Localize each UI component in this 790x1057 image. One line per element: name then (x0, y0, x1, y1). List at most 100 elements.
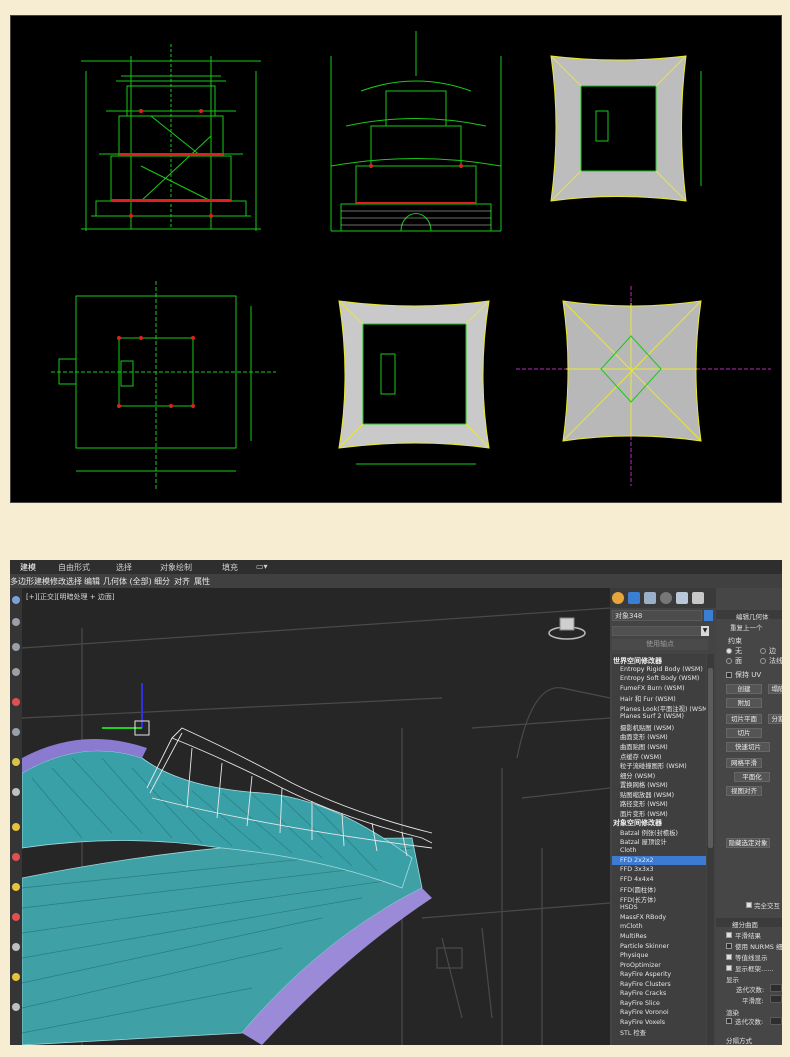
tool-render-icon[interactable] (12, 943, 20, 951)
modify-tab-icon[interactable] (628, 592, 640, 604)
full-interaction-checkbox[interactable] (746, 902, 752, 908)
create-button[interactable]: 创建 (726, 684, 762, 694)
preserve-uv-checkbox[interactable] (726, 672, 732, 678)
subtab-edit[interactable]: 编辑 (84, 576, 100, 587)
modifier-list-item[interactable]: FFD 4x4x4 (620, 876, 654, 883)
chevron-down-icon[interactable]: ▼ (701, 626, 709, 636)
tool-scale-icon[interactable] (12, 668, 20, 676)
tool-helper-icon[interactable] (12, 823, 20, 831)
ribbon-tab-freeform[interactable]: 自由形式 (58, 562, 90, 573)
view-align-button[interactable]: 视图对齐 (726, 786, 762, 796)
object-name-field[interactable]: 对象348 (612, 610, 702, 621)
tool-rotate-icon[interactable] (12, 643, 20, 651)
tool-move-icon[interactable] (12, 618, 20, 626)
isoline-display-checkbox[interactable] (726, 954, 732, 960)
create-tab-icon[interactable] (612, 592, 624, 604)
modifier-list-item[interactable]: FFD 3x3x3 (620, 866, 654, 873)
ribbon-tab-selection[interactable]: 选择 (116, 562, 132, 573)
modifier-list-item[interactable]: Entropy Rigid Body (WSM) (620, 666, 703, 673)
display-iterations-field[interactable] (770, 984, 782, 992)
mesh-smooth-button[interactable]: 网格平滑 (726, 758, 762, 768)
viewport-label[interactable]: [+][正交][明暗处理 + 边面] (26, 592, 115, 602)
ribbon-tab-object-paint[interactable]: 对象绘制 (160, 562, 192, 573)
object-color-swatch[interactable] (704, 610, 713, 621)
modifier-list-item[interactable]: HSDS (620, 904, 638, 911)
modifier-list-item[interactable]: MultiRes (620, 933, 647, 940)
modifier-list-item[interactable]: ProOptimizer (620, 962, 661, 969)
ribbon-tab-populate[interactable]: 填充 (222, 562, 238, 573)
modifier-list-item[interactable]: Hair 和 Fur (WSM) (620, 694, 676, 703)
tool-snap-icon[interactable] (12, 883, 20, 891)
modifier-list-scroll-thumb[interactable] (708, 668, 713, 848)
collapse-button[interactable]: 塌陷 (768, 684, 782, 694)
repeat-last-button[interactable]: 重复上一个 (730, 622, 763, 632)
constraint-normal-radio[interactable] (760, 658, 766, 664)
slice-button[interactable]: 切片 (726, 728, 762, 738)
tool-paint-icon[interactable] (12, 698, 20, 706)
modifier-list-item[interactable]: 曲面变形 (WSM) (620, 732, 668, 741)
show-cage-checkbox[interactable] (726, 965, 732, 971)
utilities-tab-icon[interactable] (692, 592, 704, 604)
subtab-align[interactable]: 对齐 (174, 576, 190, 587)
modifier-list-item[interactable]: Physique (620, 952, 648, 959)
constraint-face-radio[interactable] (726, 658, 732, 664)
modifier-list-item[interactable]: 面片变形 (WSM) (620, 809, 668, 818)
use-nurms-checkbox[interactable] (726, 943, 732, 949)
tool-settings-icon[interactable] (12, 1003, 20, 1011)
modifier-list-item[interactable]: Batzal 例张(封檐板) (620, 828, 678, 837)
viewport[interactable]: [+][正交][明暗处理 + 边面] (22, 588, 610, 1045)
split-button[interactable]: 分割 (768, 714, 782, 724)
use-pivot-button[interactable]: 使用轴点 (612, 639, 708, 650)
tool-select-icon[interactable] (12, 596, 20, 604)
modifier-list-item[interactable]: RayFire Slice (620, 1000, 660, 1007)
modifier-list-item[interactable]: FFD 2x2x2 (620, 857, 654, 864)
hierarchy-tab-icon[interactable] (644, 592, 656, 604)
constraint-edge-radio[interactable] (760, 648, 766, 654)
modifier-list-item[interactable]: 粒子流碰撞图形 (WSM) (620, 761, 687, 770)
modifier-list-item[interactable]: MassFX RBody (620, 914, 666, 921)
modifier-list-item[interactable]: 置换网格 (WSM) (620, 780, 668, 789)
modifier-list-item[interactable]: RayFire Cracks (620, 990, 666, 997)
modifier-list-item[interactable]: Planes Look(平面注视) (WSM) (620, 704, 706, 713)
subtab-modify-selection[interactable]: 修改选择 (50, 576, 82, 587)
modifier-list-item[interactable]: 摄影机贴图 (WSM) (620, 723, 674, 732)
tool-light-icon[interactable] (12, 758, 20, 766)
modifier-list-item[interactable]: Entropy Soft Body (WSM) (620, 675, 699, 682)
modifier-list-item[interactable]: FumeFX Burn (WSM) (620, 685, 685, 692)
modifier-list-item[interactable]: 细分 (WSM) (620, 771, 655, 780)
modifier-list-dropdown[interactable] (612, 626, 708, 636)
smooth-result-checkbox[interactable] (726, 932, 732, 938)
tool-material-icon[interactable] (12, 973, 20, 981)
modifier-list-item[interactable]: RayFire Voronoi (620, 1009, 669, 1016)
subtab-properties[interactable]: 属性 (194, 576, 210, 587)
modifier-list-item[interactable]: RayFire Clusters (620, 981, 671, 988)
modifier-list-item[interactable]: FFD(圆柱体) (620, 885, 656, 894)
display-smoothness-field[interactable] (770, 995, 782, 1003)
modifier-list-item[interactable]: RayFire Voxels (620, 1019, 665, 1026)
display-tab-icon[interactable] (676, 592, 688, 604)
motion-tab-icon[interactable] (660, 592, 672, 604)
quick-slice-button[interactable]: 快速切片 (726, 742, 770, 752)
modifier-list-item[interactable]: Particle Skinner (620, 943, 669, 950)
modifier-list-item[interactable]: Planes Surf 2 (WSM) (620, 713, 684, 720)
modifier-list-item[interactable]: Batzal 屋顶设计 (620, 837, 667, 846)
constraint-none-radio[interactable] (726, 648, 732, 654)
modifier-list-item[interactable]: FFD(长方体) (620, 895, 656, 904)
ribbon-options-icon[interactable]: ▭▾ (256, 562, 268, 571)
planarize-button[interactable]: 平面化 (734, 772, 770, 782)
modifier-list-item[interactable]: 路径变形 (WSM) (620, 799, 668, 808)
subtab-subdivision[interactable]: 细分 (154, 576, 170, 587)
tool-camera-icon[interactable] (12, 788, 20, 796)
modifier-list-item[interactable]: 贴图缩放器 (WSM) (620, 790, 674, 799)
slice-plane-button[interactable]: 切片平面 (726, 714, 762, 724)
modifier-list-item[interactable]: STL 检查 (620, 1028, 646, 1037)
modifier-list[interactable]: 世界空间修改器 Entropy Rigid Body (WSM) Entropy S… (612, 654, 706, 1045)
modifier-list-item[interactable]: Cloth (620, 847, 636, 854)
tool-shape-icon[interactable] (12, 728, 20, 736)
modifier-list-item[interactable]: mCloth (620, 923, 643, 930)
tool-key-icon[interactable] (12, 913, 20, 921)
tool-record-icon[interactable] (12, 853, 20, 861)
ribbon-tab-modeling[interactable]: 建模 (20, 562, 36, 573)
modifier-list-item[interactable]: RayFire Asperity (620, 971, 671, 978)
render-iterations-field[interactable] (770, 1017, 782, 1025)
